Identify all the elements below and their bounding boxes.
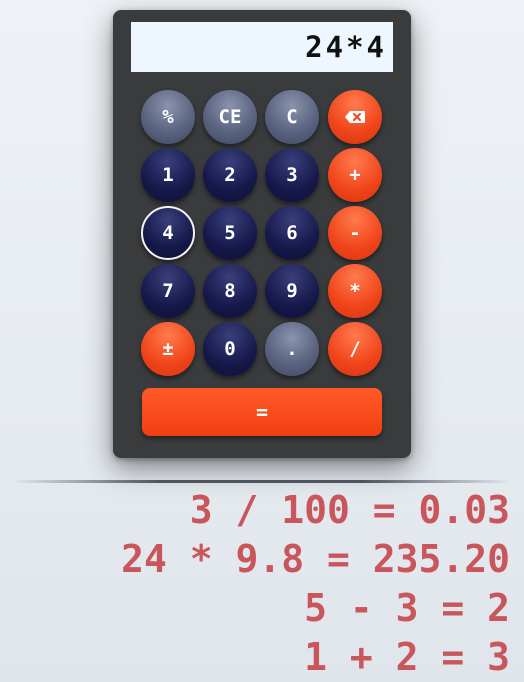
display-screen: 24*4 xyxy=(131,22,393,72)
digit-3-button[interactable]: 3 xyxy=(265,148,319,202)
clear-button[interactable]: C xyxy=(265,90,319,144)
history-item: 24 * 9.8 = 235.20 xyxy=(121,537,510,581)
plus-minus-button[interactable]: ± xyxy=(141,322,195,376)
display-value: 24*4 xyxy=(305,30,387,64)
digit-1-button[interactable]: 1 xyxy=(141,148,195,202)
history-list: 3 / 100 = 0.03 24 * 9.8 = 235.20 5 - 3 =… xyxy=(121,486,510,682)
plus-button[interactable]: + xyxy=(328,148,382,202)
minus-button[interactable]: - xyxy=(328,206,382,260)
divide-button[interactable]: / xyxy=(328,322,382,376)
calculator: 24*4 % CE C 1 2 3 + 4 5 6 - 7 8 9 * ± 0 … xyxy=(113,10,411,458)
percent-button[interactable]: % xyxy=(141,90,195,144)
decimal-button[interactable]: . xyxy=(265,322,319,376)
divider xyxy=(12,480,512,483)
digit-4-button[interactable]: 4 xyxy=(141,206,195,260)
digit-9-button[interactable]: 9 xyxy=(265,264,319,318)
history-item: 3 / 100 = 0.03 xyxy=(189,488,510,532)
digit-8-button[interactable]: 8 xyxy=(203,264,257,318)
digit-5-button[interactable]: 5 xyxy=(203,206,257,260)
backspace-button[interactable] xyxy=(328,90,382,144)
digit-7-button[interactable]: 7 xyxy=(141,264,195,318)
multiply-button[interactable]: * xyxy=(328,264,382,318)
equals-button[interactable]: = xyxy=(142,388,382,436)
clear-entry-button[interactable]: CE xyxy=(203,90,257,144)
digit-2-button[interactable]: 2 xyxy=(203,148,257,202)
digit-6-button[interactable]: 6 xyxy=(265,206,319,260)
backspace-icon xyxy=(345,111,365,123)
history-item: 1 + 2 = 3 xyxy=(304,635,510,679)
digit-0-button[interactable]: 0 xyxy=(203,322,257,376)
history-item: 5 - 3 = 2 xyxy=(304,586,510,630)
